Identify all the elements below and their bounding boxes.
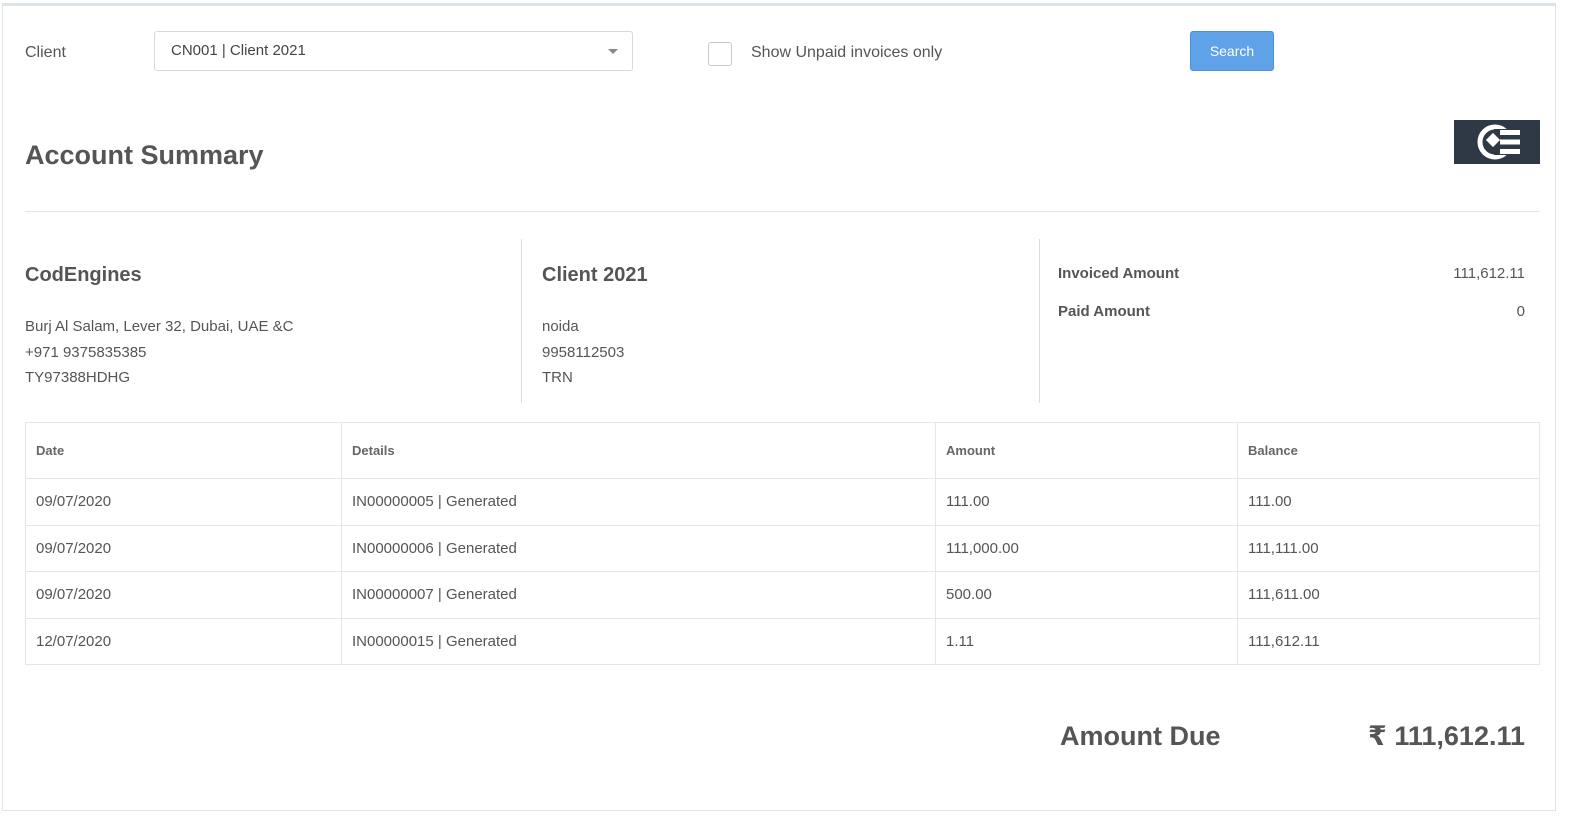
column-divider — [521, 239, 522, 403]
search-button[interactable]: Search — [1190, 31, 1274, 71]
table-header-row: Date Details Amount Balance — [25, 422, 1540, 479]
cell-details: IN00000005 | Generated — [341, 478, 936, 526]
column-divider — [1039, 239, 1040, 403]
column-header-balance: Balance — [1237, 422, 1540, 479]
cell-date: 09/07/2020 — [25, 524, 342, 572]
cell-amount: 1.11 — [935, 617, 1238, 665]
cell-date: 12/07/2020 — [25, 617, 342, 665]
cell-date: 09/07/2020 — [25, 478, 342, 526]
cell-amount: 500.00 — [935, 571, 1238, 619]
cell-details: IN00000006 | Generated — [341, 524, 936, 572]
company-address: Burj Al Salam, Lever 32, Dubai, UAE &C — [25, 318, 294, 335]
invoiced-amount-value: 111,612.11 — [1453, 265, 1525, 282]
account-summary-panel: Client CN001 | Client 2021 Show Unpaid i… — [2, 3, 1556, 811]
client-tax-id: TRN — [542, 369, 573, 386]
client-phone: 9958112503 — [542, 344, 625, 361]
cell-balance: 111,612.11 — [1237, 617, 1540, 665]
paid-amount-label: Paid Amount — [1058, 303, 1150, 320]
column-header-amount: Amount — [935, 422, 1238, 479]
client-label: Client — [25, 44, 66, 61]
cell-amount: 111.00 — [935, 478, 1238, 526]
column-header-details: Details — [341, 422, 936, 479]
company-tax-id: TY97388HDHG — [25, 369, 131, 386]
page-title: Account Summary — [25, 140, 264, 170]
invoiced-amount-label: Invoiced Amount — [1058, 265, 1180, 282]
column-header-date: Date — [25, 422, 342, 479]
cell-balance: 111.00 — [1237, 478, 1540, 526]
cell-date: 09/07/2020 — [25, 571, 342, 619]
table-row: 09/07/2020 IN00000007 | Generated 500.00… — [25, 571, 1540, 619]
table-row: 09/07/2020 IN00000006 | Generated 111,00… — [25, 524, 1540, 572]
cell-amount: 111,000.00 — [935, 524, 1238, 572]
company-phone: +971 9375835385 — [25, 344, 147, 361]
cell-details: IN00000015 | Generated — [341, 617, 936, 665]
transactions-table: Date Details Amount Balance 09/07/2020 I… — [25, 422, 1540, 665]
codengines-logo-icon — [1454, 120, 1540, 164]
table-row: 12/07/2020 IN00000015 | Generated 1.11 1… — [25, 617, 1540, 665]
client-city: noida — [542, 318, 579, 335]
cell-balance: 111,611.00 — [1237, 571, 1540, 619]
client-select[interactable]: CN001 | Client 2021 — [154, 31, 633, 71]
amount-due-value: ₹ 111,612.11 — [1368, 721, 1525, 751]
company-name: CodEngines — [25, 264, 142, 286]
chevron-down-icon — [608, 49, 618, 54]
unpaid-only-label[interactable]: Show Unpaid invoices only — [751, 44, 942, 62]
amount-due-label: Amount Due — [1060, 721, 1221, 751]
cell-balance: 111,111.00 — [1237, 524, 1540, 572]
table-row: 09/07/2020 IN00000005 | Generated 111.00… — [25, 478, 1540, 526]
divider — [25, 211, 1540, 212]
client-name: Client 2021 — [542, 264, 648, 286]
client-select-value: CN001 | Client 2021 — [171, 42, 306, 59]
cell-details: IN00000007 | Generated — [341, 571, 936, 619]
paid-amount-value: 0 — [1516, 303, 1525, 320]
unpaid-only-checkbox[interactable] — [708, 42, 732, 66]
